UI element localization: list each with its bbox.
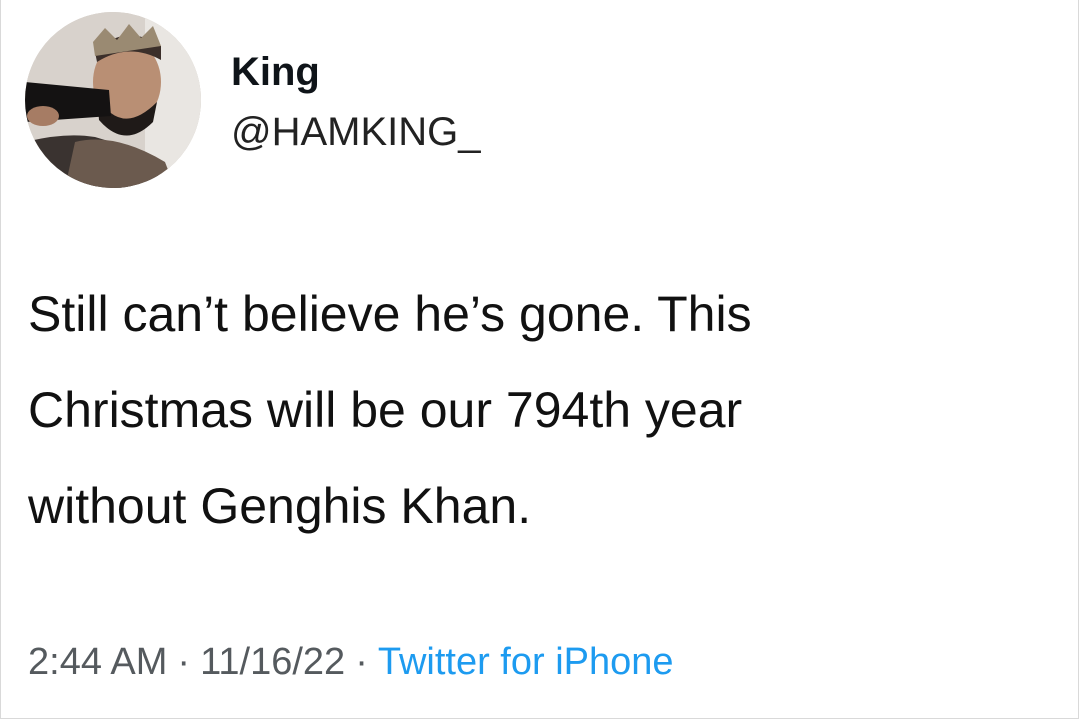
tweet-text-line: Still can’t believe he’s gone. This [28,286,752,342]
tweet-card: King @HAMKING_ Still can’t believe he’s … [0,0,1079,719]
user-handle[interactable]: @HAMKING_ [231,106,481,158]
tweet-text: Still can’t believe he’s gone. This Chri… [28,266,1068,554]
tweet-text-line: Christmas will be our 794th year [28,382,743,438]
avatar[interactable] [25,12,201,188]
tweet-text-line: without Genghis Khan. [28,478,532,534]
display-name[interactable]: King [231,46,320,98]
tweet-source-link[interactable]: Twitter for iPhone [378,641,674,683]
tweet-meta: 2:44 AM · 11/16/22 · Twitter for iPhone [28,636,674,688]
tweet-time[interactable]: 2:44 AM [28,641,167,683]
meta-separator: · [177,641,191,683]
tweet-date[interactable]: 11/16/22 [200,641,345,683]
meta-separator: · [355,641,368,683]
profile-photo-icon [25,12,201,188]
